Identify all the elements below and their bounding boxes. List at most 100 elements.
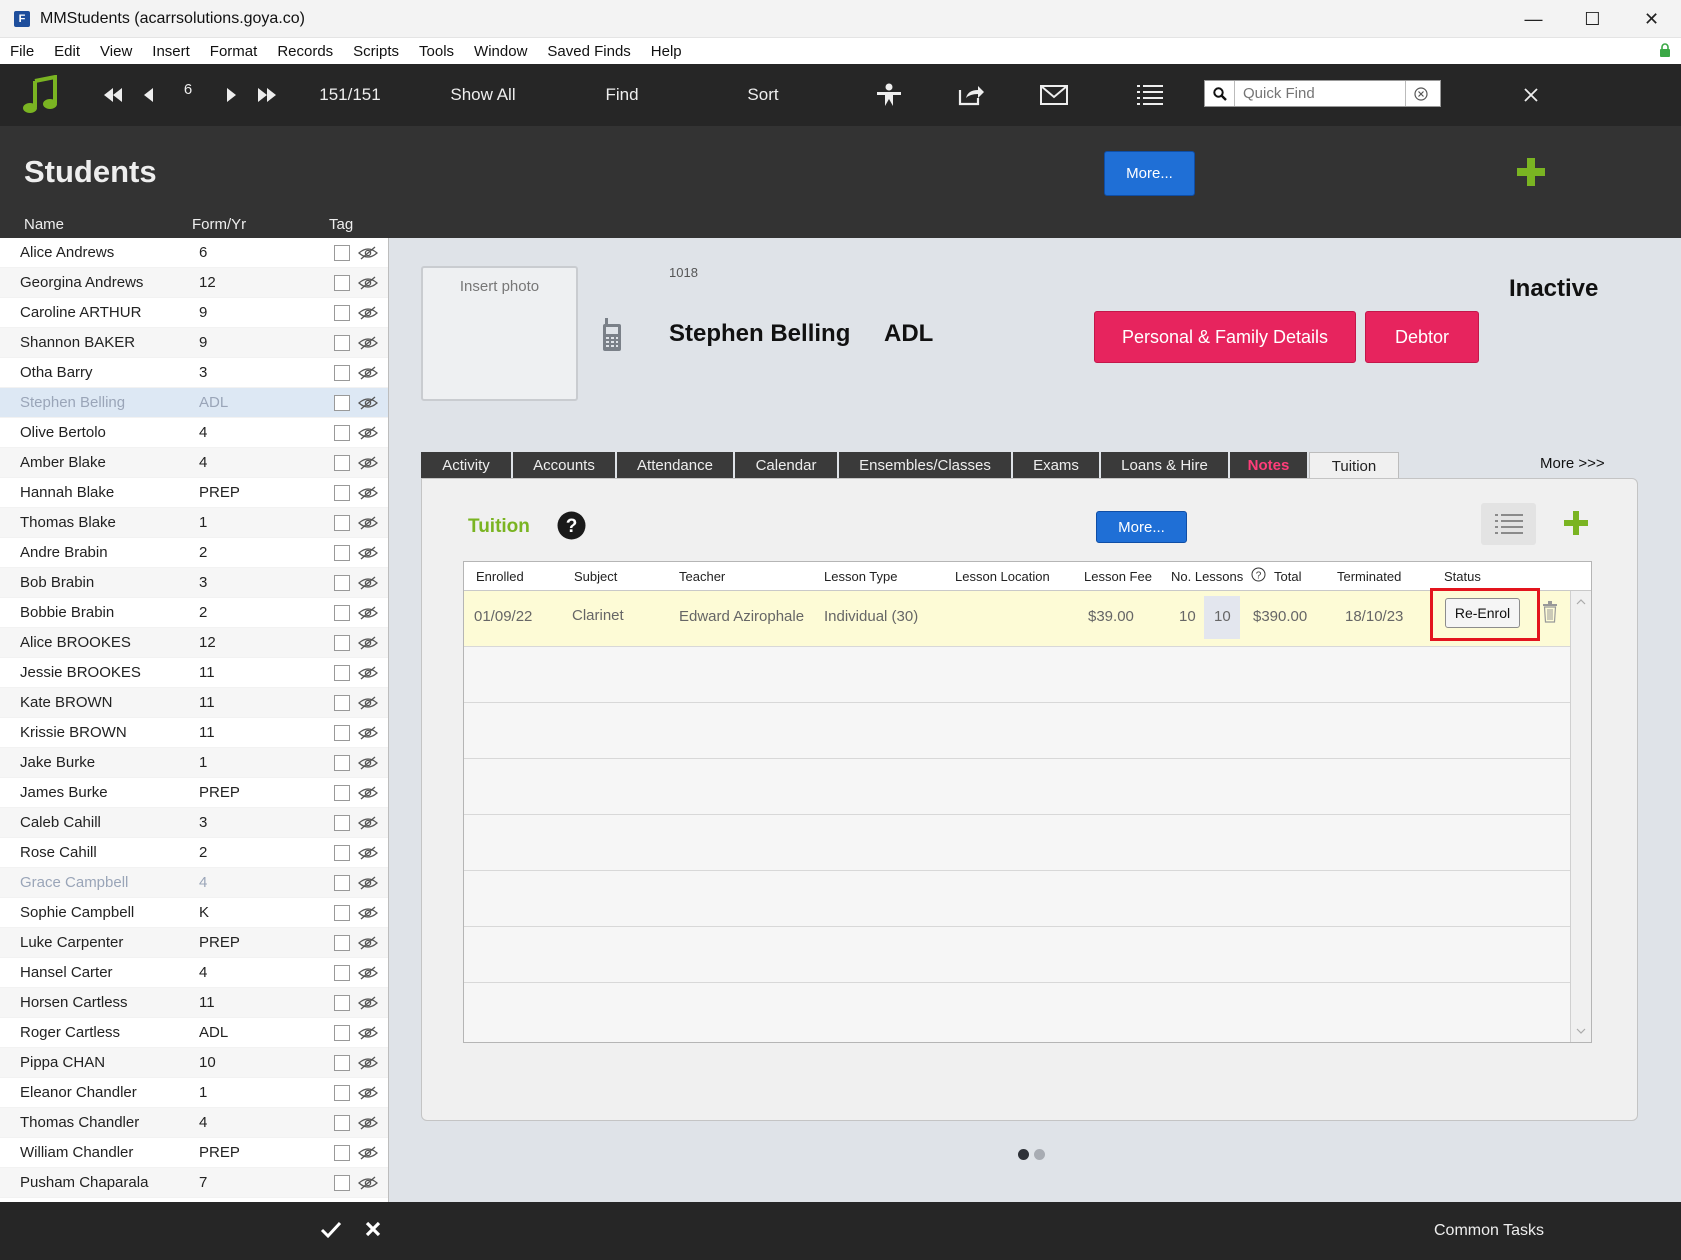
add-student-icon[interactable] [1515,156,1547,188]
student-form-cell[interactable]: PREP [199,1144,240,1161]
student-form-cell[interactable]: 9 [199,334,207,351]
previous-record-icon[interactable] [138,64,158,126]
hide-eye-icon[interactable] [358,1176,378,1190]
col-lesson-type[interactable]: Lesson Type [824,569,897,584]
student-name-cell[interactable]: Olive Bertolo [20,424,106,441]
student-name-cell[interactable]: Georgina Andrews [20,274,143,291]
list-item[interactable]: Olive Bertolo 4 [0,418,388,448]
hide-eye-icon[interactable] [358,426,378,440]
student-form-cell[interactable]: 1 [199,754,207,771]
tab-attendance[interactable]: Attendance [617,452,735,478]
maximize-icon[interactable]: ☐ [1563,0,1622,38]
student-form-cell[interactable]: K [199,904,209,921]
student-form-cell[interactable]: 4 [199,964,207,981]
student-form-cell[interactable]: 3 [199,364,207,381]
more-tabs-link[interactable]: More >>> [1540,455,1605,472]
student-name-cell[interactable]: Hansel Carter [20,964,113,981]
student-form-cell[interactable]: 9 [199,304,207,321]
tag-checkbox[interactable] [334,815,350,831]
tag-checkbox[interactable] [334,1115,350,1131]
list-item[interactable]: Caroline ARTHUR 9 [0,298,388,328]
student-name-cell[interactable]: James Burke [20,784,108,801]
student-form-cell[interactable]: 1 [199,514,207,531]
student-name-cell[interactable]: Jake Burke [20,754,95,771]
page-dot-2[interactable] [1034,1149,1045,1160]
column-name[interactable]: Name [24,216,64,233]
tab-notes[interactable]: Notes [1230,452,1309,478]
cell-total[interactable]: $390.00 [1253,608,1307,625]
personal-family-details-button[interactable]: Personal & Family Details [1094,311,1356,363]
list-item[interactable]: Horsen Cartless 11 [0,988,388,1018]
student-form-cell[interactable]: ADL [199,394,228,411]
col-total[interactable]: Total [1274,569,1301,584]
tag-checkbox[interactable] [334,665,350,681]
table-row[interactable]: 01/09/22 Clarinet Edward Azirophale Indi… [464,588,1570,647]
tag-checkbox[interactable] [334,365,350,381]
list-item[interactable]: Caleb Cahill 3 [0,808,388,838]
tag-checkbox[interactable] [334,305,350,321]
menu-format[interactable]: Format [200,43,268,60]
tag-checkbox[interactable] [334,875,350,891]
student-form-cell[interactable]: 11 [199,724,215,741]
tab-accounts[interactable]: Accounts [513,452,617,478]
student-form-cell[interactable]: 3 [199,574,207,591]
list-item[interactable]: Jake Burke 1 [0,748,388,778]
cancel-icon[interactable] [364,1220,382,1238]
sort-button[interactable]: Sort [733,64,793,126]
hide-eye-icon[interactable] [358,756,378,770]
col-lesson-fee[interactable]: Lesson Fee [1084,569,1152,584]
student-form-cell[interactable]: 4 [199,1114,207,1131]
student-name-cell[interactable]: Rose Cahill [20,844,97,861]
student-name-cell[interactable]: Grace Campbell [20,874,128,891]
hide-eye-icon[interactable] [358,1026,378,1040]
list-item[interactable]: Thomas Blake 1 [0,508,388,538]
tag-checkbox[interactable] [334,275,350,291]
menu-tools[interactable]: Tools [409,43,464,60]
tag-checkbox[interactable] [334,455,350,471]
student-name-cell[interactable]: Alice BROOKES [20,634,131,651]
cell-terminated[interactable]: 18/10/23 [1345,608,1403,625]
hide-eye-icon[interactable] [358,576,378,590]
tuition-more-button[interactable]: More... [1096,511,1187,543]
student-form-cell[interactable]: 7 [199,1174,207,1191]
student-name-cell[interactable]: Bobbie Brabin [20,604,114,621]
tag-checkbox[interactable] [334,1055,350,1071]
hide-eye-icon[interactable] [358,696,378,710]
student-name-cell[interactable]: Andre Brabin [20,544,108,561]
hide-eye-icon[interactable] [358,546,378,560]
list-item[interactable]: Bobbie Brabin 2 [0,598,388,628]
menu-insert[interactable]: Insert [142,43,200,60]
cell-no-lessons[interactable]: 10 [1179,608,1196,625]
trash-icon[interactable] [1542,601,1558,623]
first-record-icon[interactable] [100,64,126,126]
tag-checkbox[interactable] [334,485,350,501]
tag-checkbox[interactable] [334,425,350,441]
hide-eye-icon[interactable] [358,336,378,350]
menu-edit[interactable]: Edit [44,43,90,60]
list-item[interactable]: Amber Blake 4 [0,448,388,478]
student-name-cell[interactable]: Jessie BROOKES [20,664,141,681]
student-form-cell[interactable]: 10 [199,1054,216,1071]
scroll-down-icon[interactable] [1575,1025,1587,1037]
tag-checkbox[interactable] [334,575,350,591]
list-item[interactable]: Pippa CHAN 10 [0,1048,388,1078]
student-form-cell[interactable]: 12 [199,274,216,291]
list-item[interactable]: Georgina Andrews 12 [0,268,388,298]
student-name-cell[interactable]: Shannon BAKER [20,334,135,351]
hide-eye-icon[interactable] [358,876,378,890]
tag-checkbox[interactable] [334,785,350,801]
hide-eye-icon[interactable] [358,816,378,830]
list-item[interactable]: Jessie BROOKES 11 [0,658,388,688]
col-no-lessons[interactable]: No. Lessons [1171,569,1243,584]
tag-checkbox[interactable] [334,845,350,861]
hide-eye-icon[interactable] [358,396,378,410]
student-form-cell[interactable]: 4 [199,424,207,441]
hide-eye-icon[interactable] [358,1056,378,1070]
tuition-scrollbar[interactable] [1570,591,1591,1042]
col-lesson-location[interactable]: Lesson Location [955,569,1050,584]
cell-lesson-type[interactable]: Individual (30) [824,608,918,625]
tag-checkbox[interactable] [334,995,350,1011]
hide-eye-icon[interactable] [358,966,378,980]
student-name-cell[interactable]: Caleb Cahill [20,814,101,831]
student-form-cell[interactable]: 11 [199,694,215,711]
